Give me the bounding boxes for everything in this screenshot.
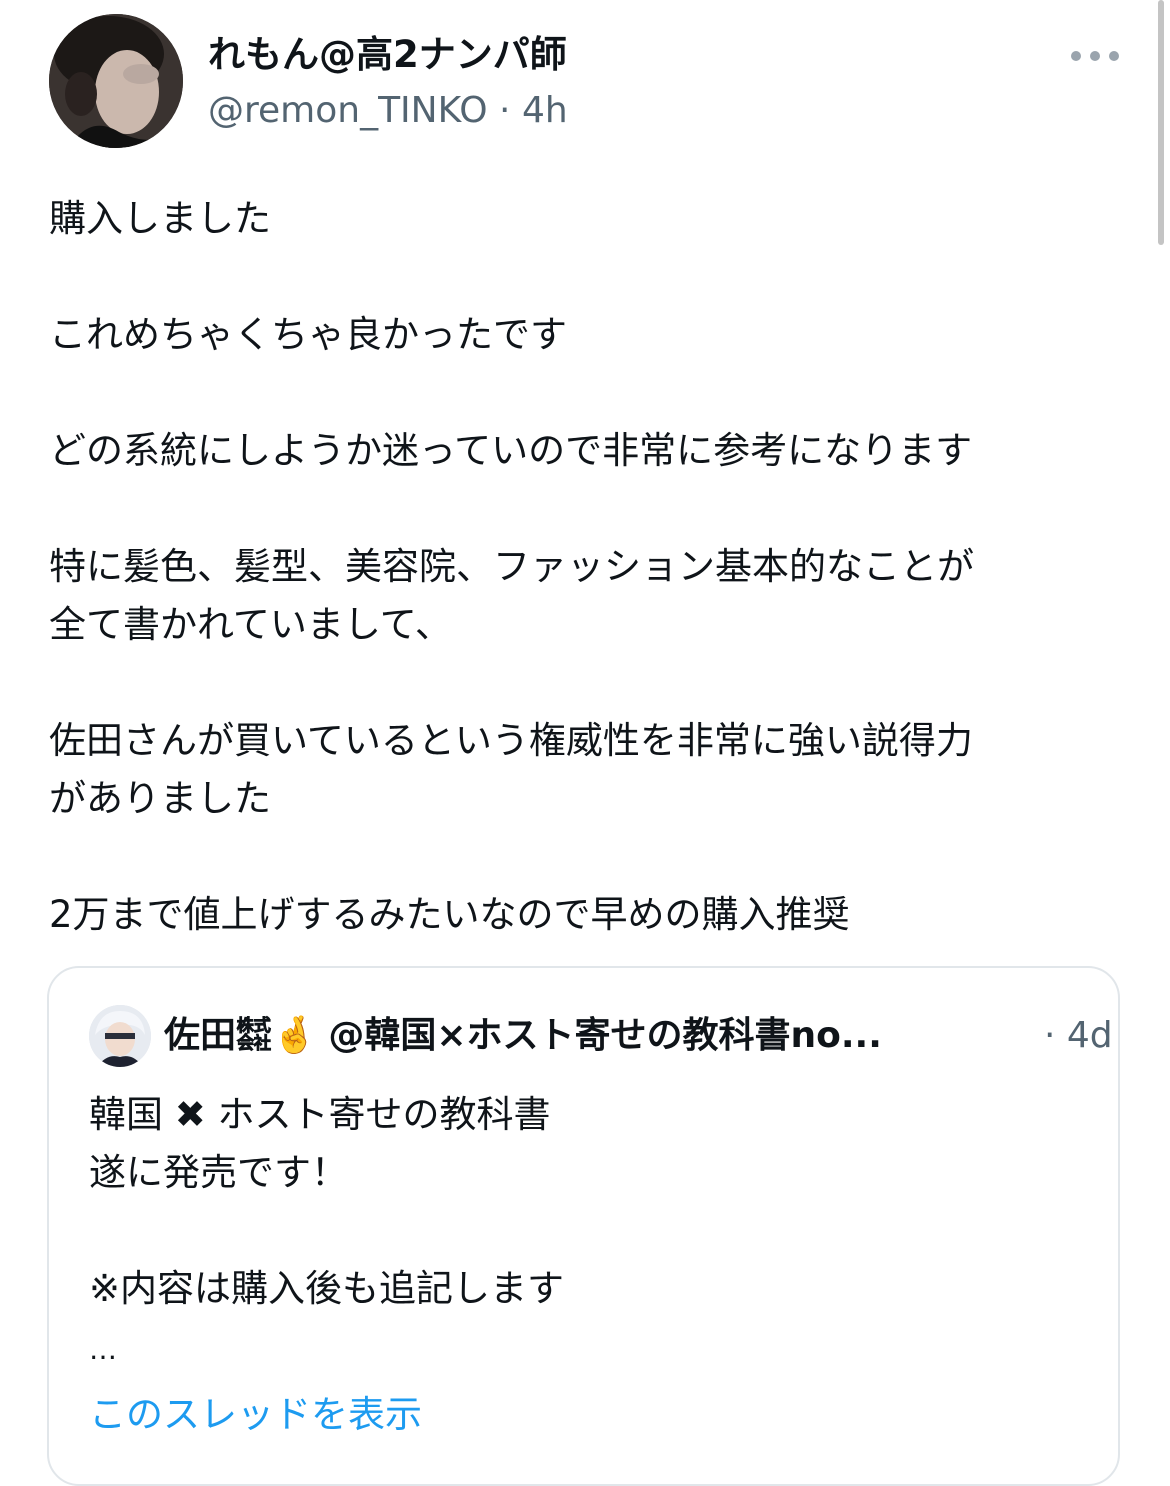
tweet-line: どの系統にしようか迷っていので非常に参考になります xyxy=(49,429,973,472)
quoted-tweet-card[interactable]: 佐田㍿🤞 @韓国×ホスト寄せの教科書no... · 4d 韓国 ✖ ホスト寄せの… xyxy=(47,966,1120,1486)
author-display-name[interactable]: れもん@高2ナンパ師 xyxy=(208,30,567,80)
quoted-line-2: 遂に発売です！ xyxy=(89,1151,348,1194)
time-separator: · xyxy=(499,90,511,131)
tweet-line: 2万まで値上げするみたいなので早めの購入推奨 xyxy=(49,893,850,936)
quoted-line-1-suffix: ホスト寄せの教科書 xyxy=(217,1093,551,1136)
quoted-author-avatar[interactable] xyxy=(89,1005,151,1067)
quoted-author-name[interactable]: 佐田 xyxy=(164,1015,236,1056)
author-handle-line: @remon_TINKO · 4h xyxy=(208,86,568,136)
tweet-line: これめちゃくちゃ良かったです xyxy=(49,313,567,356)
quoted-tweet-header: 佐田㍿🤞 @韓国×ホスト寄せの教科書no... · 4d xyxy=(164,1011,1113,1061)
quoted-line-1-prefix: 韓国 xyxy=(89,1093,163,1136)
tweet-line: 購入しました xyxy=(49,197,271,240)
tweet-line: がありました xyxy=(49,777,271,820)
tweet-line: 佐田さんが買いているという権威性を非常に強い説得力 xyxy=(49,719,973,762)
quoted-line-3: ※内容は購入後も追記します xyxy=(89,1267,565,1310)
more-options-icon[interactable] xyxy=(1071,42,1119,70)
scrollbar[interactable] xyxy=(1158,0,1164,245)
tweet-timestamp[interactable]: 4h xyxy=(522,90,568,131)
quoted-author-name-mark: ㍿ xyxy=(236,1015,273,1056)
show-thread-link[interactable]: このスレッドを表示 xyxy=(89,1390,422,1440)
quoted-ellipsis: … xyxy=(89,1333,117,1366)
tweet-line: 特に髪色、髪型、美容院、ファッション基本的なことが xyxy=(49,545,974,588)
author-avatar[interactable] xyxy=(49,14,183,148)
cross-mark-icon: ✖ xyxy=(174,1093,206,1136)
tweet-line: 全て書かれていまして、 xyxy=(49,603,452,646)
quoted-tweet-timestamp[interactable]: · 4d xyxy=(1044,1011,1113,1061)
quoted-author-handle[interactable]: @韓国×ホスト寄せの教科書no... xyxy=(328,1015,882,1056)
author-handle[interactable]: @remon_TINKO xyxy=(208,90,488,131)
crossed-fingers-emoji: 🤞 xyxy=(272,1015,317,1056)
quoted-line-1: 韓国 ✖ ホスト寄せの教科書 xyxy=(89,1090,551,1140)
